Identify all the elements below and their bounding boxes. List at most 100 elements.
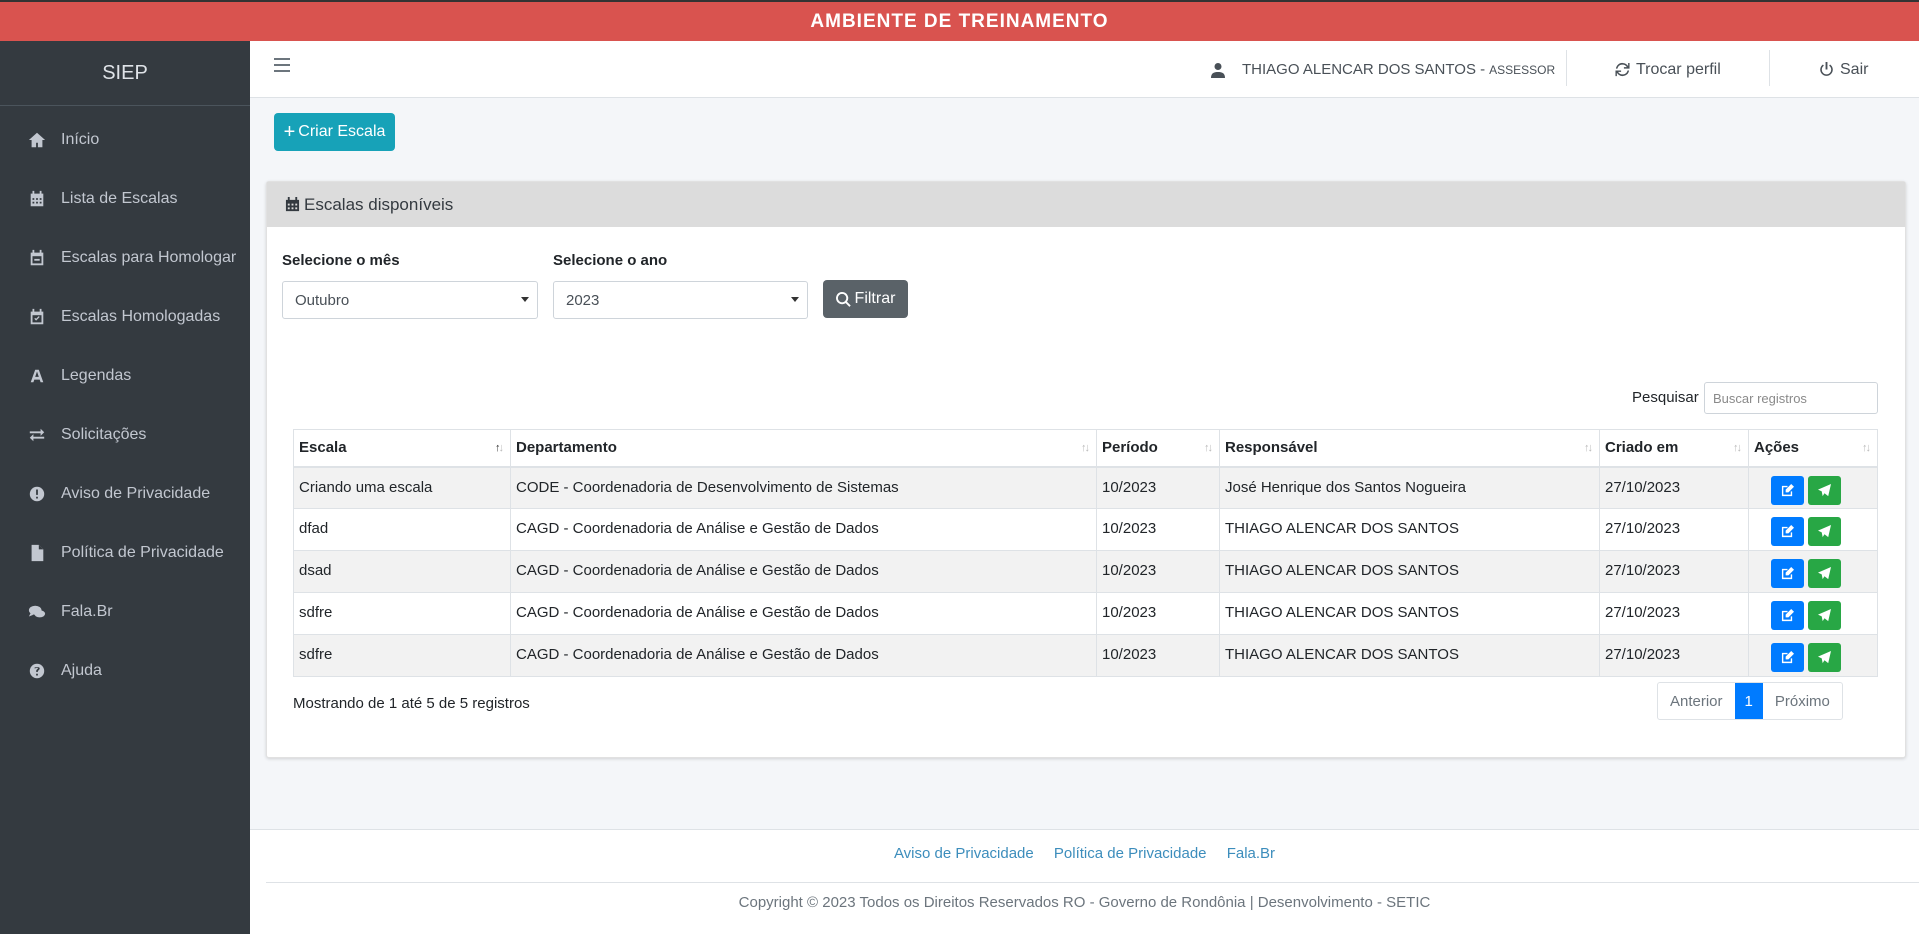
pagination-previous[interactable]: Anterior [1658, 683, 1735, 719]
card-title: Escalas disponíveis [304, 194, 454, 214]
search-input[interactable] [1704, 382, 1878, 414]
cell-responsavel: THIAGO ALENCAR DOS SANTOS [1219, 508, 1600, 551]
switch-profile-link[interactable]: Trocar perfil [1615, 41, 1721, 98]
cell-acoes [1748, 550, 1878, 593]
edit-icon [1781, 651, 1794, 664]
cell-escala: Criando uma escala [293, 466, 511, 509]
cell-departamento: CAGD - Coordenadoria de Análise e Gestão… [510, 550, 1097, 593]
column-header-periodo[interactable]: Período ↑↓ [1096, 429, 1220, 468]
user-name: THIAGO ALENCAR DOS SANTOS - [1242, 61, 1486, 78]
logout-link[interactable]: Sair [1819, 41, 1868, 98]
cell-escala: sdfre [293, 592, 511, 635]
footer-link-fala-br[interactable]: Fala.Br [1227, 845, 1275, 862]
cell-responsavel: THIAGO ALENCAR DOS SANTOS [1219, 550, 1600, 593]
edit-button[interactable] [1771, 601, 1804, 630]
cell-acoes [1748, 592, 1878, 635]
filter-button[interactable]: Filtrar [823, 280, 908, 318]
card-header: Escalas disponíveis [267, 182, 1905, 227]
column-header-responsavel[interactable]: Responsável ↑↓ [1219, 429, 1600, 468]
comments-icon [27, 602, 47, 622]
search-label: Pesquisar [1632, 389, 1699, 406]
sidebar-nav: Início Lista de Escalas Escalas para Hom… [0, 106, 250, 700]
sidebar-item-ajuda[interactable]: Ajuda [0, 641, 250, 700]
cell-periodo: 10/2023 [1096, 592, 1220, 635]
sidebar-item-fala-br[interactable]: Fala.Br [0, 582, 250, 641]
sidebar-item-politica-privacidade[interactable]: Política de Privacidade [0, 523, 250, 582]
table-row: dfad CAGD - Coordenadoria de Análise e G… [293, 508, 1878, 551]
cell-responsavel: José Henrique dos Santos Nogueira [1219, 466, 1600, 509]
table-row: sdfre CAGD - Coordenadoria de Análise e … [293, 634, 1878, 677]
cell-acoes [1748, 508, 1878, 551]
cell-criado-em: 27/10/2023 [1599, 466, 1749, 509]
sidebar-item-solicitacoes[interactable]: Solicitações [0, 405, 250, 464]
edit-icon [1781, 525, 1794, 538]
create-escala-label: Criar Escala [298, 123, 386, 140]
sidebar-item-inicio[interactable]: Início [0, 110, 250, 169]
column-header-escala[interactable]: Escala ↑↓ [293, 429, 511, 468]
send-button[interactable] [1808, 643, 1841, 672]
sidebar-item-escalas-homologadas[interactable]: Escalas Homologadas [0, 287, 250, 346]
brand-title[interactable]: SIEP [0, 41, 250, 106]
edit-button[interactable] [1771, 559, 1804, 588]
escalas-card: Escalas disponíveis Selecione o mês Outu… [266, 181, 1906, 758]
escalas-table: Escala ↑↓ Departamento ↑↓ Período ↑↓ Respon… [293, 429, 1878, 677]
cell-responsavel: THIAGO ALENCAR DOS SANTOS [1219, 634, 1600, 677]
cell-criado-em: 27/10/2023 [1599, 592, 1749, 635]
column-header-criado-em[interactable]: Criado em ↑↓ [1599, 429, 1749, 468]
month-label: Selecione o mês [282, 252, 400, 269]
month-select[interactable]: Outubro [282, 281, 538, 319]
sidebar-item-label: Legendas [61, 366, 132, 384]
column-header-departamento[interactable]: Departamento ↑↓ [510, 429, 1097, 468]
sort-icon: ↑↓ [1584, 442, 1593, 454]
exclamation-circle-icon [27, 484, 47, 504]
edit-button[interactable] [1771, 643, 1804, 672]
copyright-text: Copyright © 2023 Todos os Direitos Reser… [738, 894, 1431, 911]
calendar-minus-icon [27, 248, 47, 268]
switch-profile-label: Trocar perfil [1636, 60, 1721, 78]
footer-link-aviso[interactable]: Aviso de Privacidade [894, 845, 1034, 862]
sidebar-item-label: Política de Privacidade [61, 543, 224, 561]
sidebar-item-label: Escalas Homologadas [61, 307, 221, 325]
create-escala-button[interactable]: + Criar Escala [274, 113, 395, 151]
calendar-check-icon [27, 307, 47, 327]
sidebar-item-escalas-homologar[interactable]: Escalas para Homologar [0, 228, 250, 287]
sidebar: SIEP Início Lista de Escalas Escalas par… [0, 41, 250, 934]
sync-icon [1615, 62, 1630, 77]
home-icon [27, 130, 47, 150]
footer-link-politica[interactable]: Política de Privacidade [1054, 845, 1207, 862]
send-button[interactable] [1808, 601, 1841, 630]
send-button[interactable] [1808, 559, 1841, 588]
menu-toggle-icon[interactable] [274, 58, 290, 72]
paper-plane-icon [1818, 483, 1831, 496]
pagination-page-1[interactable]: 1 [1734, 683, 1763, 719]
sidebar-item-label: Solicitações [61, 425, 147, 443]
calendar-grid-icon [27, 189, 47, 209]
edit-button[interactable] [1771, 517, 1804, 546]
year-label: Selecione o ano [553, 252, 668, 269]
table-row: sdfre CAGD - Coordenadoria de Análise e … [293, 592, 1878, 635]
table-row: dsad CAGD - Coordenadoria de Análise e G… [293, 550, 1878, 593]
edit-icon [1781, 567, 1794, 580]
exchange-icon [27, 425, 47, 445]
divider [1566, 50, 1567, 86]
sidebar-item-lista-escalas[interactable]: Lista de Escalas [0, 169, 250, 228]
sidebar-item-aviso-privacidade[interactable]: Aviso de Privacidade [0, 464, 250, 523]
cell-acoes [1748, 466, 1878, 509]
send-button[interactable] [1808, 475, 1841, 505]
footer: Aviso de Privacidade Política de Privaci… [250, 829, 1919, 934]
year-select[interactable]: 2023 [553, 281, 808, 319]
power-icon [1820, 62, 1833, 76]
paper-plane-icon [1818, 651, 1831, 664]
send-button[interactable] [1808, 517, 1841, 546]
column-header-acoes[interactable]: Ações ↑↓ [1748, 429, 1878, 468]
edit-button[interactable] [1771, 475, 1804, 505]
file-icon [27, 543, 47, 563]
sidebar-item-legendas[interactable]: Legendas [0, 346, 250, 405]
month-value: Outubro [295, 291, 350, 309]
sort-asc-icon: ↑↓ [495, 442, 504, 454]
cell-departamento: CAGD - Coordenadoria de Análise e Gestão… [510, 634, 1097, 677]
divider [1769, 50, 1770, 86]
pagination-next[interactable]: Próximo [1763, 683, 1842, 719]
logout-label: Sair [1840, 60, 1869, 78]
footer-links: Aviso de Privacidade Política de Privaci… [250, 845, 1919, 862]
